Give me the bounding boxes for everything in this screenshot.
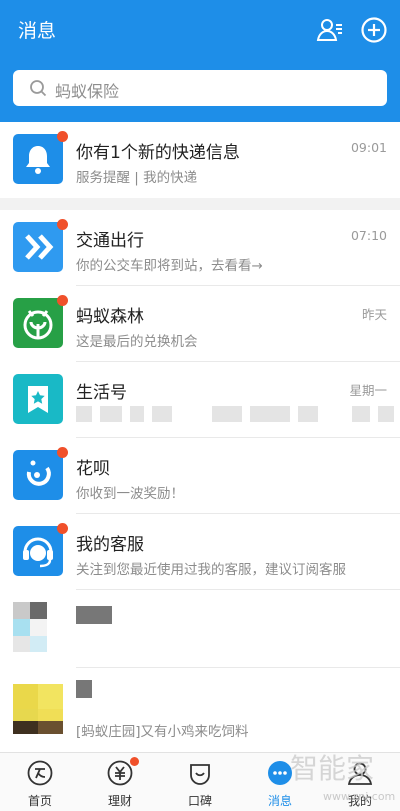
search-placeholder: 蚂蚁保险 — [55, 82, 120, 101]
customer-service-icon — [13, 526, 63, 576]
tab-label: 首页 — [27, 794, 52, 808]
item-time: 昨天 — [361, 307, 387, 322]
unread-badge — [57, 295, 68, 306]
tab-badge — [130, 757, 139, 766]
list-item[interactable]: 交通出行 你的公交车即将到站，去看看→ 07:10 — [0, 210, 400, 286]
contacts-icon[interactable] — [316, 16, 344, 44]
item-subtitle: [蚂蚁庄园]又有小鸡来吃饲料 — [76, 724, 249, 740]
search-icon — [29, 79, 47, 97]
item-subtitle: 关注到您最近使用过我的客服，建议订阅客服 — [76, 562, 346, 578]
blurred-content — [76, 406, 394, 422]
star-bookmark-icon — [13, 374, 63, 424]
unread-badge — [57, 523, 68, 534]
tab-label: 理财 — [107, 794, 132, 808]
koubei-icon — [187, 760, 213, 786]
tab-koubei[interactable]: 口碑 — [160, 753, 240, 811]
item-subtitle: 服务提醒 | 我的快递 — [76, 170, 198, 186]
header-bar: 消息 蚂蚁保险 — [0, 0, 400, 122]
item-title: 蚂蚁森林 — [76, 307, 144, 327]
item-title: 你有1个新的快递信息 — [76, 143, 240, 163]
item-title: 花呗 — [76, 459, 110, 479]
unread-badge — [57, 447, 68, 458]
huabei-icon — [13, 450, 63, 500]
blurred-title — [76, 680, 92, 698]
tree-icon — [13, 298, 63, 348]
item-time: 07:10 — [350, 228, 387, 243]
list-item[interactable]: 你有1个新的快递信息 服务提醒 | 我的快递 09:01 — [0, 122, 400, 198]
item-title: 生活号 — [76, 383, 127, 403]
home-icon — [27, 760, 53, 786]
list-item[interactable]: 蚂蚁森林 这是最后的兑换机会 昨天 — [0, 286, 400, 362]
blurred-avatar — [13, 602, 63, 652]
tab-wealth[interactable]: 理财 — [80, 753, 160, 811]
wealth-icon — [107, 760, 133, 786]
unread-badge — [57, 131, 68, 142]
item-time: 09:01 — [350, 140, 387, 155]
unread-badge — [57, 219, 68, 230]
item-title: 我的客服 — [76, 535, 144, 555]
page-title: 消息 — [18, 20, 57, 42]
item-subtitle: 这是最后的兑换机会 — [76, 334, 198, 350]
list-item[interactable]: [蚂蚁庄园]又有小鸡来吃饲料 — [0, 668, 400, 752]
tab-home[interactable]: 首页 — [0, 753, 80, 811]
watermark-url: www.znj.com — [323, 790, 396, 803]
list-item[interactable]: 我的客服 关注到您最近使用过我的客服，建议订阅客服 — [0, 514, 400, 590]
list-item[interactable]: 花呗 你收到一波奖励！ — [0, 438, 400, 514]
list-item[interactable]: 生活号 星期一 — [0, 362, 400, 438]
item-subtitle: 你的公交车即将到站，去看看→ — [76, 258, 263, 274]
item-subtitle: 你收到一波奖励！ — [76, 486, 184, 502]
list-item[interactable] — [0, 590, 400, 668]
item-time: 星期一 — [349, 383, 387, 398]
item-title: 交通出行 — [76, 231, 144, 251]
search-input[interactable]: 蚂蚁保险 — [13, 70, 387, 106]
add-icon[interactable] — [360, 16, 388, 44]
blurred-title — [76, 606, 112, 624]
section-gap — [0, 198, 400, 210]
transit-icon — [13, 222, 63, 272]
message-list: 你有1个新的快递信息 服务提醒 | 我的快递 09:01 交通出行 你的公交车即… — [0, 122, 400, 752]
bell-icon — [13, 134, 63, 184]
tab-label: 口碑 — [187, 794, 212, 808]
blurred-avatar — [13, 684, 63, 734]
